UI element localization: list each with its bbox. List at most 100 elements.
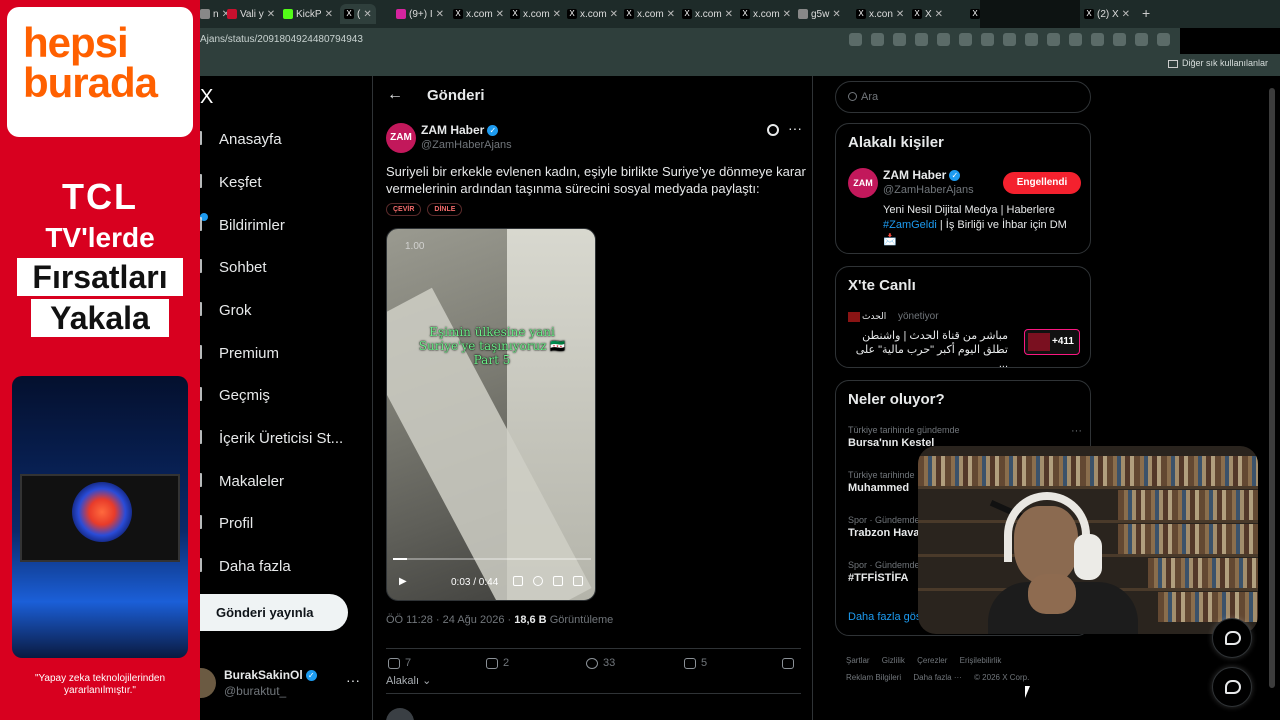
extensions-icon[interactable] (1069, 33, 1082, 46)
address-bar[interactable]: Ajans/status/2091804924480794943 (200, 28, 1180, 54)
favorites-icon[interactable] (1113, 33, 1126, 46)
share-button[interactable] (782, 657, 799, 669)
close-icon[interactable]: ✕ (832, 9, 840, 20)
x-icon: X (624, 9, 634, 19)
messages-button[interactable] (1212, 667, 1252, 707)
close-icon[interactable]: ✕ (325, 9, 333, 20)
split-screen-icon[interactable] (1091, 33, 1104, 46)
post-button[interactable]: Gönderi yayınla (200, 594, 348, 631)
fullscreen-icon[interactable] (573, 576, 583, 586)
close-icon[interactable]: ✕ (935, 9, 943, 20)
footer-link[interactable]: Reklam Bilgileri (846, 673, 901, 682)
grok-icon[interactable] (767, 124, 779, 136)
browser-tab[interactable]: Xx.com ✕ (453, 4, 504, 24)
close-icon[interactable]: ✕ (1122, 9, 1130, 20)
author-name[interactable]: ZAM Haber ✓ (421, 123, 499, 137)
browser-tab[interactable]: Xx.com ✕ (510, 4, 561, 24)
footer-link[interactable]: Erişilebilirlik (960, 656, 1002, 665)
close-icon[interactable]: ✕ (610, 9, 618, 20)
url-text[interactable]: Ajans/status/2091804924480794943 (200, 34, 363, 45)
browser-tab[interactable]: n ✕ (200, 4, 230, 24)
video-progress[interactable] (393, 558, 591, 560)
browser-tab[interactable]: Xx.com ✕ (682, 4, 733, 24)
close-icon[interactable]: ✕ (553, 9, 561, 20)
play-icon[interactable]: ▶ (399, 576, 407, 587)
more-icon[interactable]: ··· (346, 672, 360, 688)
bookmark-button[interactable]: 5 (684, 657, 707, 669)
close-icon[interactable]: ✕ (783, 9, 791, 20)
browser-tab[interactable]: X (2) X ✕ (1084, 4, 1130, 24)
browser-tab[interactable]: X X ✕ (912, 4, 943, 24)
volume-icon[interactable] (513, 576, 523, 586)
post-time[interactable]: ÖÖ 11:28 · 24 Ağu 2026 · (386, 614, 514, 626)
install-icon[interactable] (849, 33, 862, 46)
like-button[interactable]: 33 (586, 657, 615, 669)
favorite-icon[interactable] (915, 33, 928, 46)
browser-tab[interactable]: Xx.con ✕ (856, 4, 904, 24)
show-more-link[interactable]: Daha fazla göst (848, 611, 924, 623)
scrollbar[interactable] (1268, 78, 1276, 718)
zoom-icon[interactable] (871, 33, 884, 46)
video-player[interactable]: 1.00 Eşimin ülkesine yani Suriye'ye taşı… (386, 228, 596, 601)
ad-banner[interactable]: hepsi burada TCL TV'lerde Fırsatları Yak… (0, 0, 200, 720)
folder-icon (1167, 59, 1178, 68)
browser-tab[interactable]: Xx.com ✕ (740, 4, 791, 24)
browser-tab[interactable]: X(✕ (340, 4, 376, 24)
settings-icon[interactable] (533, 576, 543, 586)
live-source[interactable]: الحدث (862, 311, 886, 322)
footer-link[interactable]: Daha fazla ··· (913, 673, 961, 682)
related-toggle[interactable]: Alakalı ⌄ (386, 674, 431, 687)
premium-icon (200, 345, 206, 359)
person-name[interactable]: ZAM Haber ✓ (883, 168, 961, 182)
other-favorites[interactable]: Diğer sık kullanılanlar (1167, 58, 1268, 68)
extension-icon[interactable] (959, 33, 972, 46)
repost-button[interactable]: 2 (486, 657, 509, 669)
footer-link[interactable]: Çerezler (917, 656, 947, 665)
search-input[interactable]: Ara (835, 81, 1091, 113)
grok-button[interactable] (1212, 618, 1252, 658)
author-handle[interactable]: @ZamHaberAjans (421, 139, 512, 151)
pip-icon[interactable] (553, 576, 563, 586)
close-icon[interactable]: ✕ (267, 9, 275, 20)
browser-tab[interactable]: Vali y ✕ (227, 4, 275, 24)
headset-earcup (1074, 534, 1102, 580)
reply-button[interactable]: 7 (388, 657, 411, 669)
collections-icon[interactable] (1135, 33, 1148, 46)
translate-chip[interactable]: ÇEVİR (386, 203, 422, 216)
author-avatar[interactable]: ZAM (386, 123, 416, 153)
close-icon[interactable]: ✕ (496, 9, 504, 20)
account-name: BurakSakinOl ✓ (224, 668, 317, 682)
close-icon[interactable]: ✕ (896, 9, 904, 20)
reader-icon[interactable] (893, 33, 906, 46)
browser-tab[interactable]: Xx.com ✕ (567, 4, 618, 24)
account-switcher[interactable]: BurakSakinOl ✓ @buraktut_ ··· (200, 666, 370, 706)
back-arrow-icon[interactable]: ← (387, 86, 403, 104)
extension-icon[interactable] (1047, 33, 1060, 46)
blocked-button[interactable]: Engellendi (1003, 172, 1081, 194)
browser-tab[interactable]: g5w ✕ (798, 4, 841, 24)
close-icon[interactable]: ✕ (725, 9, 733, 20)
close-icon[interactable]: ✕ (363, 9, 371, 20)
extension-icon[interactable] (1003, 33, 1016, 46)
browser-tab[interactable]: (9+) I✕ (396, 4, 444, 24)
browser-tab[interactable]: Xx.com ✕ (624, 4, 675, 24)
extension-icon[interactable] (981, 33, 994, 46)
avatar[interactable]: ZAM (848, 168, 878, 198)
profile-avatar[interactable] (1157, 33, 1170, 46)
listen-chip[interactable]: DİNLE (427, 203, 463, 216)
close-icon[interactable]: ✕ (436, 9, 444, 20)
close-icon[interactable]: ✕ (667, 9, 675, 20)
new-tab-icon[interactable]: + (1142, 5, 1150, 21)
live-listener-count[interactable]: +411 (1024, 329, 1080, 355)
x-logo-icon[interactable]: X (200, 86, 213, 109)
browser-tab[interactable]: KickP ✕ (283, 4, 333, 24)
more-icon[interactable]: ··· (788, 120, 802, 136)
scrollbar-thumb[interactable] (1269, 88, 1275, 688)
extension-icon[interactable] (937, 33, 950, 46)
live-title[interactable]: مباشر من قناة الحدث | واشنطن تطلق اليوم … (848, 329, 1008, 371)
footer-link[interactable]: Gizlilik (882, 656, 905, 665)
footer-link[interactable]: Şartlar (846, 656, 870, 665)
hashtag-link[interactable]: #ZamGeldi (883, 219, 937, 231)
tab-label: ( (357, 8, 361, 20)
extension-icon[interactable] (1025, 33, 1038, 46)
